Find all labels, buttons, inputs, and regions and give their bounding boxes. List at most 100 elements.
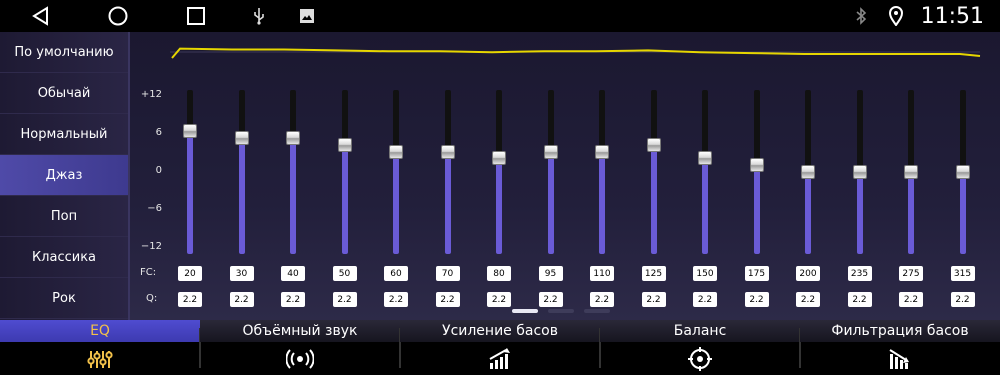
- band-q-value[interactable]: 2.2: [641, 292, 666, 307]
- band-fc-value[interactable]: 200: [796, 266, 820, 281]
- band-level-fill: [702, 158, 708, 254]
- equalizer-icon: [0, 342, 200, 375]
- preset-pop[interactable]: Поп: [0, 196, 128, 237]
- band-level-fill: [805, 172, 811, 254]
- tab-bass-filter[interactable]: Фильтрация басов: [800, 320, 1000, 375]
- band-level-fill: [650, 144, 657, 254]
- band-level-fill: [908, 172, 914, 254]
- band-slider-knob[interactable]: [595, 144, 609, 159]
- tab-surround-label: Объёмный звук: [200, 320, 400, 342]
- band-q-value[interactable]: 2.2: [487, 292, 511, 307]
- band-q-value[interactable]: 2.2: [796, 292, 820, 307]
- fc-row-label: FC:: [140, 267, 157, 278]
- preset-classic[interactable]: Классика: [0, 237, 128, 278]
- db-label-plus12: +12: [140, 89, 162, 100]
- band-slider-knob[interactable]: [492, 151, 506, 166]
- page-indicator-dot[interactable]: [584, 309, 610, 313]
- tab-surround[interactable]: Объёмный звук: [200, 320, 400, 375]
- back-icon[interactable]: [28, 0, 52, 32]
- band-level-fill: [547, 151, 554, 254]
- page-indicator-dot[interactable]: [512, 309, 538, 313]
- band-q-value[interactable]: 2.2: [590, 292, 614, 307]
- band-fc-value[interactable]: 235: [847, 266, 872, 281]
- band-slider-knob[interactable]: [852, 165, 867, 179]
- bottom-tab-bar: EQ Объёмный звук Усиление басов Баланс Ф…: [0, 320, 1000, 375]
- band-q-value[interactable]: 2.2: [538, 292, 563, 307]
- band-level-fill: [444, 151, 451, 254]
- response-curve: [170, 47, 981, 59]
- preset-jazz[interactable]: Джаз: [0, 155, 128, 196]
- band-slider-knob[interactable]: [543, 144, 558, 159]
- band-q-value[interactable]: 2.2: [178, 292, 202, 307]
- recents-icon[interactable]: [184, 0, 208, 32]
- image-icon: [297, 0, 317, 32]
- band-fc-value[interactable]: 50: [332, 266, 357, 281]
- preset-custom[interactable]: Обычай: [0, 73, 128, 114]
- usb-icon: [250, 0, 268, 32]
- tab-eq[interactable]: EQ: [0, 320, 200, 375]
- tab-balance[interactable]: Баланс: [600, 320, 800, 375]
- response-curve-line: [171, 47, 981, 59]
- band-q-value[interactable]: 2.2: [435, 292, 460, 307]
- band-q-value[interactable]: 2.2: [229, 292, 254, 307]
- page-indicator-dot[interactable]: [548, 309, 574, 313]
- band-slider-knob[interactable]: [646, 137, 661, 152]
- tab-bass-boost[interactable]: Усиление басов: [400, 320, 600, 375]
- band-slider-knob[interactable]: [955, 165, 970, 179]
- band-slider-knob[interactable]: [749, 158, 764, 173]
- band-slider-knob[interactable]: [440, 144, 455, 159]
- band-level-fill: [393, 151, 399, 254]
- band-fc-value[interactable]: 175: [744, 266, 769, 281]
- band-level-fill: [238, 137, 245, 254]
- band-level-fill: [496, 158, 502, 254]
- band-fc-value[interactable]: 60: [384, 266, 408, 281]
- surround-sound-icon: [200, 342, 400, 375]
- tab-bass-boost-label: Усиление басов: [400, 320, 600, 342]
- band-slider-knob[interactable]: [801, 165, 815, 179]
- band-level-fill: [341, 144, 348, 254]
- band-q-value[interactable]: 2.2: [950, 292, 975, 307]
- band-q-value[interactable]: 2.2: [744, 292, 769, 307]
- band-fc-value[interactable]: 80: [487, 266, 511, 281]
- preset-rock[interactable]: Рок: [0, 278, 128, 319]
- band-fc-value[interactable]: 150: [693, 266, 717, 281]
- band-slider-knob[interactable]: [337, 137, 352, 152]
- band-level-fill: [187, 131, 193, 254]
- band-fc-value[interactable]: 125: [641, 266, 666, 281]
- preset-default[interactable]: По умолчанию: [0, 32, 128, 73]
- tab-balance-label: Баланс: [600, 320, 800, 342]
- q-row-label: Q:: [146, 293, 158, 304]
- band-fc-value[interactable]: 30: [229, 266, 254, 281]
- db-label-0: 0: [155, 165, 162, 176]
- db-label-plus6: 6: [155, 127, 162, 138]
- band-level-fill: [290, 137, 296, 254]
- band-q-value[interactable]: 2.2: [281, 292, 305, 307]
- band-slider-knob[interactable]: [698, 151, 712, 166]
- band-fc-value[interactable]: 70: [435, 266, 460, 281]
- tab-bass-filter-label: Фильтрация басов: [800, 320, 1000, 342]
- band-q-value[interactable]: 2.2: [847, 292, 872, 307]
- band-slider-knob[interactable]: [234, 130, 249, 145]
- band-fc-value[interactable]: 20: [178, 266, 202, 281]
- band-fc-value[interactable]: 95: [538, 266, 563, 281]
- band-slider-knob[interactable]: [389, 144, 403, 159]
- band-q-value[interactable]: 2.2: [384, 292, 408, 307]
- band-fc-value[interactable]: 40: [281, 266, 305, 281]
- band-fc-value[interactable]: 110: [590, 266, 614, 281]
- band-fc-value[interactable]: 315: [950, 266, 975, 281]
- band-q-value[interactable]: 2.2: [332, 292, 357, 307]
- tab-eq-label: EQ: [0, 320, 200, 342]
- band-q-value[interactable]: 2.2: [693, 292, 717, 307]
- band-slider-knob[interactable]: [183, 124, 197, 138]
- home-icon[interactable]: [105, 0, 131, 32]
- band-level-fill: [959, 172, 966, 254]
- preset-normal[interactable]: Нормальный: [0, 114, 128, 155]
- band-slider-knob[interactable]: [286, 130, 300, 145]
- band-slider-knob[interactable]: [904, 165, 918, 179]
- band-q-value[interactable]: 2.2: [899, 292, 923, 307]
- bass-filter-icon: [800, 342, 1000, 375]
- equalizer-panel: +12 6 0 −6 −12 FC: Q: 20 2.2 30 2.2 40 2.2 50 2…: [130, 32, 1000, 320]
- band-fc-value[interactable]: 275: [899, 266, 923, 281]
- bluetooth-icon: [852, 0, 870, 32]
- band-level-fill: [753, 165, 760, 254]
